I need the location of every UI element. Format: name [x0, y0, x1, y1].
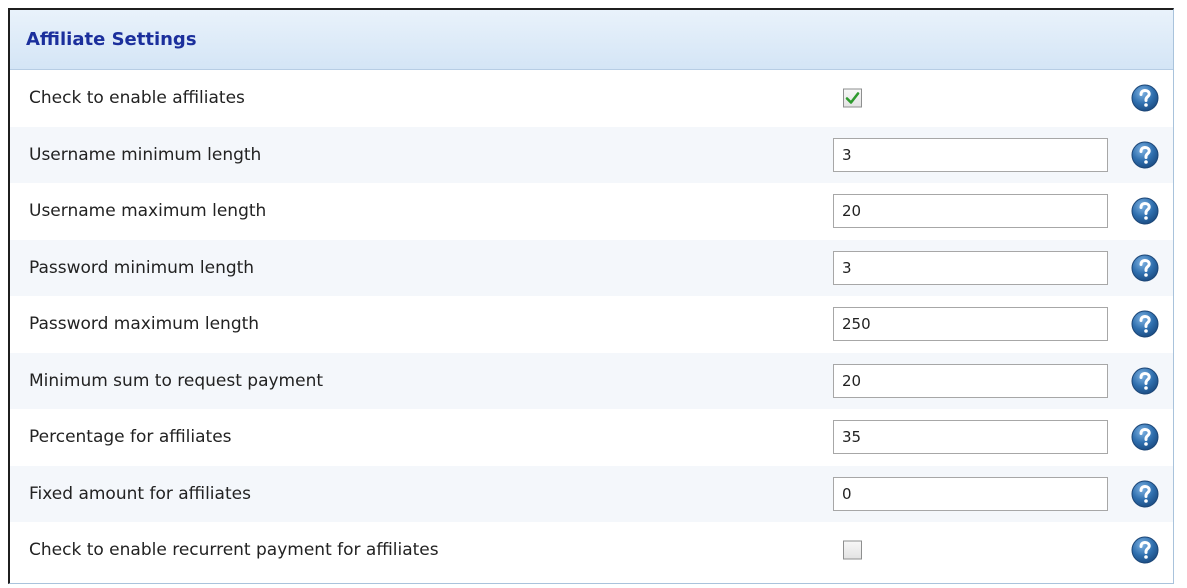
setting-row: Password minimum length	[10, 239, 1173, 296]
setting-row: Minimum sum to request payment	[10, 352, 1173, 409]
help-icon[interactable]	[1131, 367, 1159, 395]
setting-checkbox[interactable]	[843, 88, 862, 108]
panel-header: Affiliate Settings	[10, 10, 1173, 70]
setting-row: Percentage for affiliates	[10, 409, 1173, 466]
setting-label: Minimum sum to request payment	[29, 370, 324, 391]
setting-input[interactable]	[833, 250, 1108, 285]
help-icon[interactable]	[1131, 141, 1159, 169]
help-icon[interactable]	[1131, 197, 1159, 225]
help-icon[interactable]	[1131, 84, 1159, 112]
setting-input[interactable]	[833, 420, 1108, 455]
setting-label: Username maximum length	[29, 201, 267, 222]
setting-label: Check to enable affiliates	[29, 88, 245, 109]
setting-label: Password minimum length	[29, 257, 255, 278]
setting-label: Fixed amount for affiliates	[29, 483, 251, 504]
setting-label: Username minimum length	[29, 144, 262, 165]
checkmark-icon	[845, 92, 860, 105]
setting-row: Password maximum length	[10, 296, 1173, 353]
setting-row: Check to enable affiliates	[10, 70, 1173, 127]
setting-input[interactable]	[833, 363, 1108, 398]
setting-label: Percentage for affiliates	[29, 427, 232, 448]
help-icon[interactable]	[1131, 480, 1159, 508]
setting-label: Password maximum length	[29, 314, 260, 335]
setting-row: Username maximum length	[10, 183, 1173, 240]
setting-row: Fixed amount for affiliates	[10, 465, 1173, 522]
settings-rows: Check to enable affiliates Username mini…	[10, 70, 1173, 579]
help-icon[interactable]	[1131, 423, 1159, 451]
panel-title: Affiliate Settings	[26, 29, 197, 50]
help-icon[interactable]	[1131, 254, 1159, 282]
setting-input[interactable]	[833, 137, 1108, 172]
setting-input[interactable]	[833, 194, 1108, 229]
help-icon[interactable]	[1131, 536, 1159, 564]
setting-row: Username minimum length	[10, 126, 1173, 183]
setting-input[interactable]	[833, 307, 1108, 342]
affiliate-settings-panel: Affiliate Settings Check to enable affil…	[8, 8, 1174, 584]
help-icon[interactable]	[1131, 310, 1159, 338]
setting-label: Check to enable recurrent payment for af…	[29, 540, 439, 561]
setting-row: Check to enable recurrent payment for af…	[10, 522, 1173, 579]
setting-checkbox[interactable]	[843, 540, 862, 560]
setting-input[interactable]	[833, 476, 1108, 511]
